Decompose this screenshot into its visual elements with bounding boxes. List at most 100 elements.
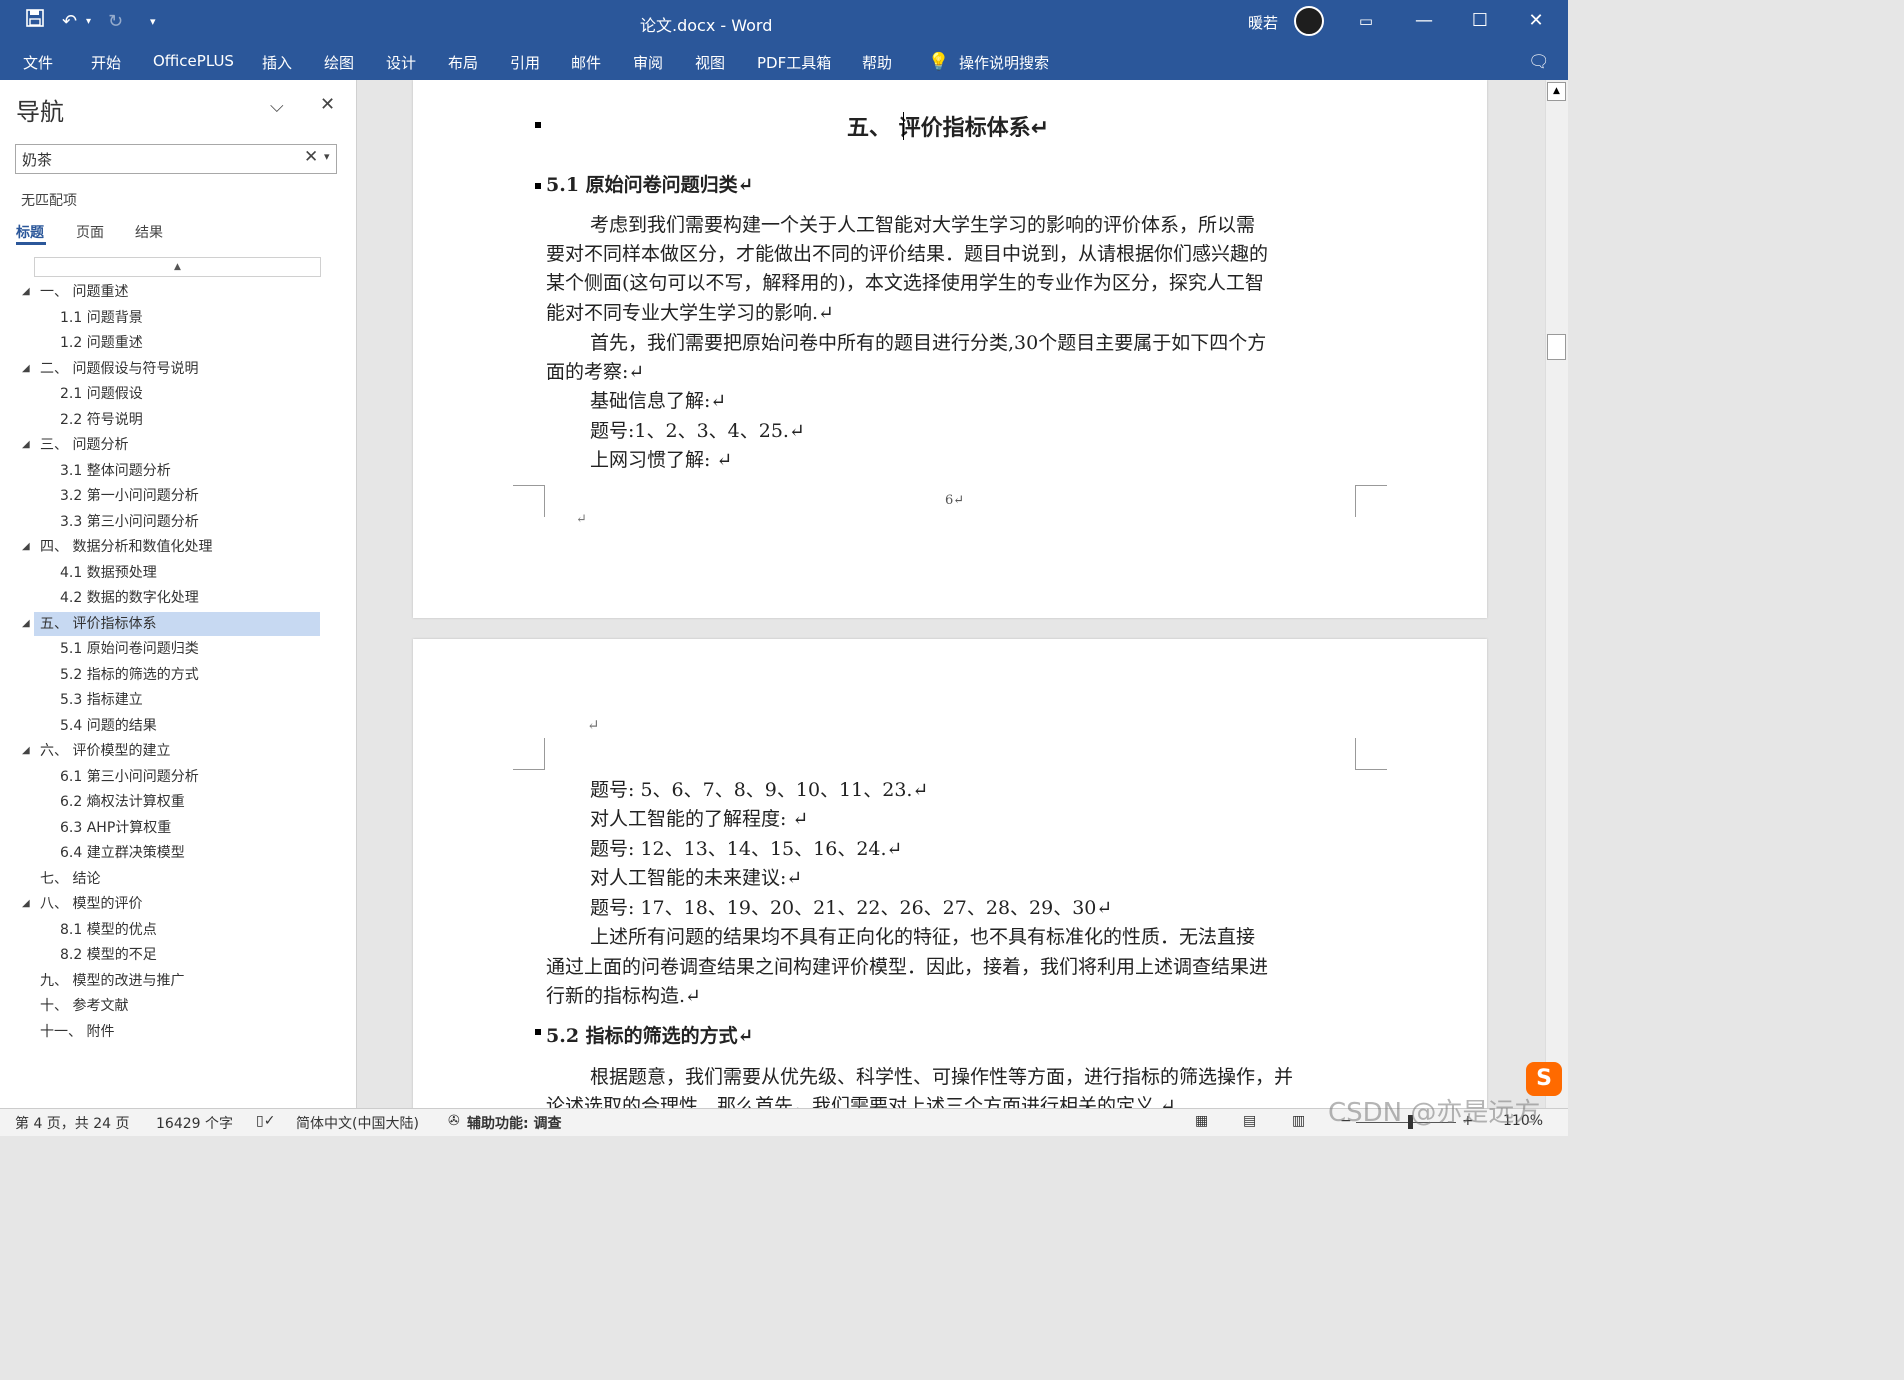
user-name[interactable]: 暖若: [1248, 12, 1278, 33]
tab-pdf-toolbox[interactable]: PDF工具箱: [757, 52, 831, 73]
nav-heading-item[interactable]: 1.1 问题背景: [60, 306, 143, 330]
nav-heading-item[interactable]: 8.2 模型的不足: [60, 943, 157, 967]
tab-officeplus[interactable]: OfficePLUS: [153, 52, 234, 70]
tab-references[interactable]: 引用: [510, 52, 540, 73]
redo-icon[interactable]: ↻: [108, 8, 123, 36]
tab-pages[interactable]: 页面: [76, 222, 104, 242]
scroll-up-button[interactable]: ▲: [34, 257, 321, 277]
body-line: 某个侧面(这句可以不写，解释用的)，本文选择使用学生的专业作为区分，探究人工智: [546, 272, 1264, 294]
ribbon-display-options-icon[interactable]: ▭: [1346, 6, 1386, 36]
proofing-icon[interactable]: ▯✓: [256, 1113, 275, 1129]
nav-heading-item[interactable]: 1.2 问题重述: [60, 331, 143, 355]
chevron-down-icon[interactable]: ⌵: [270, 96, 284, 117]
comments-icon[interactable]: 🗨: [1528, 52, 1550, 72]
page-number: 6↵: [945, 493, 965, 508]
margin-corner: [513, 485, 545, 517]
nav-heading-item[interactable]: 5.3 指标建立: [60, 688, 143, 712]
nav-heading-item[interactable]: 七、 结论: [40, 867, 100, 891]
document-area[interactable]: 五、 评价指标体系↵ 5.1 原始问卷问题归类↵ 考虑到我们需要构建一个关于人工…: [358, 80, 1545, 1108]
nav-heading-item[interactable]: 九、 模型的改进与推广: [40, 969, 184, 993]
tab-results[interactable]: 结果: [135, 222, 163, 242]
nav-heading-item[interactable]: ◢ 六、 评价模型的建立: [22, 739, 170, 763]
language[interactable]: 简体中文(中国大陆): [296, 1113, 419, 1133]
close-icon[interactable]: ✕: [320, 94, 335, 115]
nav-heading-label: 2.2 符号说明: [60, 411, 143, 428]
save-icon[interactable]: [26, 8, 44, 36]
collapse-triangle-icon[interactable]: ◢: [22, 357, 30, 381]
minimize-button[interactable]: —: [1404, 6, 1444, 36]
undo-icon[interactable]: ↶: [62, 8, 77, 36]
ribbon-tabs: 文件 开始 OfficePLUS 插入 绘图 设计 布局 引用 邮件 审阅 视图…: [0, 44, 1568, 80]
nav-heading-item[interactable]: ◢ 二、 问题假设与符号说明: [22, 357, 199, 381]
body-line: 行新的指标构造.↵: [546, 985, 701, 1007]
tab-file[interactable]: 文件: [23, 52, 53, 73]
body-line: 上网习惯了解: ↵: [590, 449, 733, 471]
tab-view[interactable]: 视图: [695, 52, 725, 73]
collapse-triangle-icon[interactable]: ◢: [22, 892, 30, 916]
tab-design[interactable]: 设计: [386, 52, 416, 73]
nav-heading-item[interactable]: 十、 参考文献: [40, 994, 128, 1018]
nav-heading-item[interactable]: 4.2 数据的数字化处理: [60, 586, 199, 610]
nav-heading-item[interactable]: ◢ 一、 问题重述: [22, 280, 128, 304]
nav-heading-item[interactable]: ◢ 八、 模型的评价: [22, 892, 142, 916]
print-layout-icon[interactable]: ▤: [1243, 1113, 1256, 1129]
tab-mailings[interactable]: 邮件: [571, 52, 601, 73]
collapse-triangle-icon[interactable]: ◢: [22, 612, 30, 636]
nav-heading-label: 3.2 第一小问问题分析: [60, 488, 199, 504]
tab-headings[interactable]: 标题: [16, 222, 44, 242]
nav-heading-item[interactable]: ◢ 四、 数据分析和数值化处理: [22, 535, 212, 559]
text-cursor: [903, 112, 904, 140]
tab-draw[interactable]: 绘图: [324, 52, 354, 73]
tab-help[interactable]: 帮助: [862, 52, 892, 73]
body-line: 题号: 5、6、7、8、9、10、11、23.↵: [590, 779, 929, 801]
nav-heading-label: 1.1 问题背景: [60, 309, 143, 326]
nav-search-input[interactable]: [22, 148, 302, 170]
read-mode-icon[interactable]: ▦: [1195, 1113, 1208, 1129]
nav-heading-item[interactable]: 5.1 原始问卷问题归类: [60, 637, 199, 661]
tab-layout[interactable]: 布局: [448, 52, 478, 73]
collapse-triangle-icon[interactable]: ◢: [22, 280, 30, 304]
nav-heading-label: 十一、 附件: [40, 1023, 115, 1040]
tab-insert[interactable]: 插入: [262, 52, 292, 73]
maximize-button[interactable]: ☐: [1460, 6, 1500, 36]
avatar[interactable]: [1294, 6, 1324, 36]
collapse-triangle-icon[interactable]: ◢: [22, 739, 30, 763]
nav-heading-item[interactable]: ◢ 三、 问题分析: [22, 433, 128, 457]
collapse-triangle-icon[interactable]: ◢: [22, 535, 30, 559]
tell-me-search[interactable]: 操作说明搜索: [959, 52, 1049, 73]
nav-heading-item[interactable]: ◢ 五、 评价指标体系: [22, 611, 320, 636]
nav-heading-item[interactable]: 6.3 AHP计算权重: [60, 816, 171, 840]
nav-heading-item[interactable]: 2.1 问题假设: [60, 382, 143, 406]
nav-heading-label: 二、 问题假设与符号说明: [40, 360, 199, 377]
nav-heading-item[interactable]: 3.2 第一小问问题分析: [60, 484, 199, 508]
nav-heading-item[interactable]: 2.2 符号说明: [60, 408, 143, 432]
nav-heading-item[interactable]: 8.1 模型的优点: [60, 918, 157, 942]
word-count[interactable]: 16429 个字: [156, 1113, 233, 1133]
body-line: 题号: 12、13、14、15、16、24.↵: [590, 838, 903, 860]
undo-dropdown-icon[interactable]: ▾: [86, 8, 91, 36]
web-layout-icon[interactable]: ▥: [1292, 1113, 1305, 1129]
nav-heading-item[interactable]: 6.1 第三小问问题分析: [60, 765, 199, 789]
close-button[interactable]: ✕: [1516, 6, 1556, 36]
vertical-scrollbar[interactable]: ▲: [1545, 80, 1568, 1108]
nav-heading-item[interactable]: 5.4 问题的结果: [60, 714, 157, 738]
scroll-thumb[interactable]: [1547, 334, 1566, 360]
nav-heading-item[interactable]: 5.2 指标的筛选的方式: [60, 663, 199, 687]
page-count[interactable]: 第 4 页，共 24 页: [15, 1113, 130, 1133]
nav-heading-item[interactable]: 6.2 熵权法计算权重: [60, 790, 185, 814]
accessibility-icon: ✇: [448, 1113, 460, 1129]
collapse-triangle-icon[interactable]: ◢: [22, 433, 30, 457]
nav-heading-item[interactable]: 3.1 整体问题分析: [60, 459, 171, 483]
accessibility-status[interactable]: 辅助功能: 调查: [467, 1113, 561, 1133]
scroll-up-arrow-icon[interactable]: ▲: [1547, 82, 1566, 101]
search-options-icon[interactable]: ▾: [324, 150, 330, 163]
nav-heading-item[interactable]: 6.4 建立群决策模型: [60, 841, 185, 865]
clear-search-icon[interactable]: ✕: [304, 147, 318, 167]
tab-home[interactable]: 开始: [91, 52, 121, 73]
nav-heading-item[interactable]: 4.1 数据预处理: [60, 561, 157, 585]
nav-heading-item[interactable]: 十一、 附件: [40, 1020, 114, 1044]
customize-quick-access-icon[interactable]: ▾: [150, 8, 156, 36]
sogou-ime-icon[interactable]: S: [1526, 1062, 1562, 1096]
nav-heading-item[interactable]: 3.3 第三小问问题分析: [60, 510, 199, 534]
tab-review[interactable]: 审阅: [633, 52, 663, 73]
